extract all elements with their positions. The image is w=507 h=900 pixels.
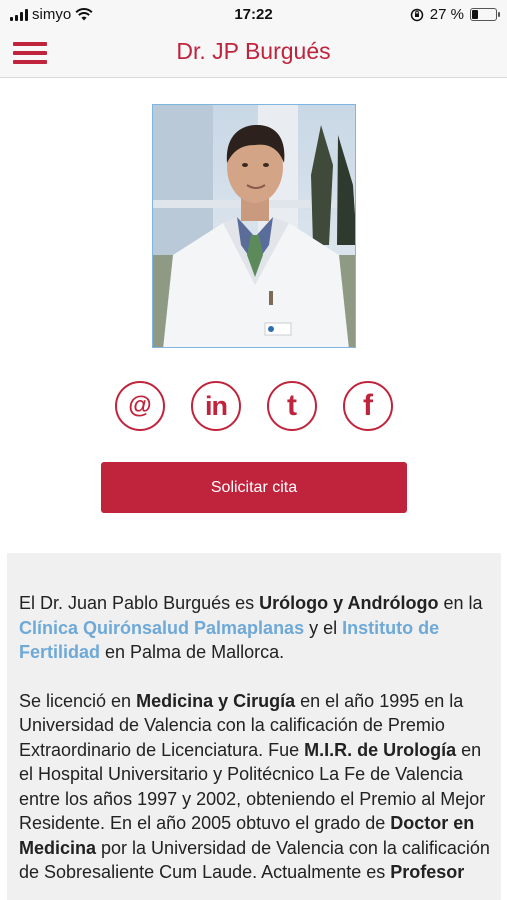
doctor-photo	[152, 104, 356, 348]
facebook-icon: f	[363, 389, 373, 422]
facebook-button[interactable]: f	[343, 381, 393, 431]
page-title: Dr. JP Burgués	[176, 38, 331, 64]
twitter-icon: t	[287, 389, 297, 422]
clinic-link[interactable]: Clínica Quirónsalud Palmaplanas	[19, 618, 304, 638]
status-bar: simyo 17:22 27 %	[0, 0, 507, 28]
twitter-button[interactable]: t	[267, 381, 317, 431]
email-button[interactable]: @	[115, 381, 165, 431]
bio-section: El Dr. Juan Pablo Burgués es Urólogo y A…	[7, 553, 501, 900]
status-right: 27 %	[410, 6, 500, 23]
linkedin-icon: in	[205, 390, 228, 421]
battery-icon	[470, 8, 500, 21]
bio-paragraph-2: Se licenció en Medicina y Cirugía en el …	[19, 690, 490, 883]
request-appointment-button[interactable]: Solicitar cita	[101, 462, 407, 513]
battery-percent: 27 %	[429, 6, 464, 23]
at-icon: @	[128, 392, 152, 419]
request-appointment-label: Solicitar cita	[210, 478, 298, 496]
orientation-lock-icon	[410, 8, 424, 21]
linkedin-button[interactable]: in	[191, 381, 241, 431]
bio-paragraph-1: El Dr. Juan Pablo Burgués es Urólogo y A…	[19, 593, 483, 662]
nav-bar: Dr. JP Burgués	[0, 28, 507, 78]
battery-fill	[472, 10, 478, 19]
